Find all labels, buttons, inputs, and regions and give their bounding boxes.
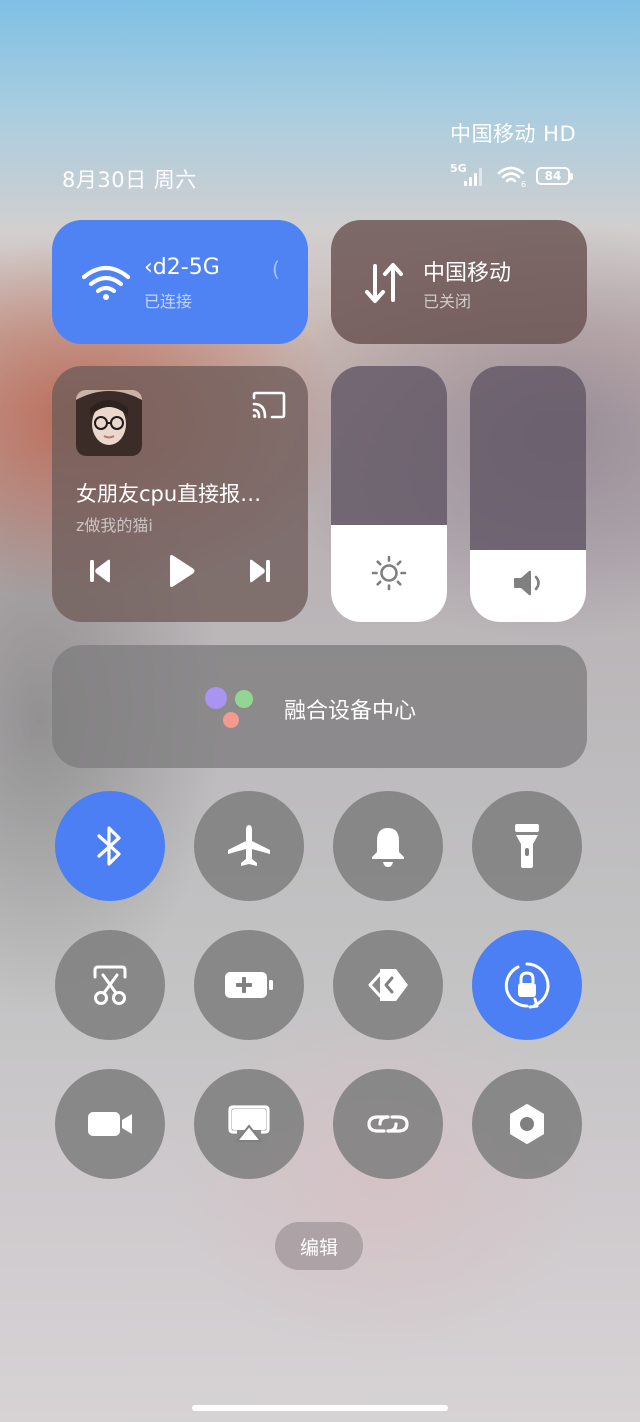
screenshot-toggle[interactable] (55, 930, 165, 1040)
bluetooth-toggle[interactable] (55, 791, 165, 901)
svg-text:6: 6 (521, 180, 526, 188)
cast-screen-icon (228, 1105, 270, 1142)
screen-cast-toggle[interactable] (194, 1069, 304, 1179)
cellular-data-tile[interactable]: 中国移动 已关闭 (331, 220, 587, 344)
device-center-label: 融合设备中心 (284, 699, 417, 724)
battery-icon: 84 (536, 167, 573, 185)
nfc-share-toggle[interactable] (333, 930, 443, 1040)
play-icon[interactable] (166, 554, 196, 588)
wifi-status: 已连接 (144, 292, 193, 311)
next-icon[interactable] (248, 557, 272, 585)
airplane-mode-toggle[interactable] (194, 791, 304, 901)
song-title: 女朋友cpu直接报… (76, 482, 262, 506)
carrier-label: 中国移动 HD (450, 122, 577, 146)
wifi-tile[interactable]: ‹d2-5G 已连接 ( (52, 220, 308, 344)
battery-level: 84 (544, 169, 562, 183)
wifi-loading-icon: ( (272, 257, 280, 281)
cellular-carrier: 中国移动 (423, 261, 512, 286)
rotation-lock-icon (504, 962, 550, 1009)
edit-button[interactable]: 编辑 (275, 1222, 363, 1270)
volume-slider-fill (470, 550, 586, 622)
screenshot-scissors-icon (93, 965, 127, 1005)
link-toggle[interactable] (333, 1069, 443, 1179)
video-camera-icon (88, 1112, 132, 1136)
album-art (76, 390, 142, 456)
home-indicator[interactable] (192, 1405, 448, 1411)
volume-slider[interactable] (470, 366, 586, 622)
hexagon-settings-icon (510, 1104, 544, 1144)
settings-toggle[interactable] (472, 1069, 582, 1179)
flashlight-icon (515, 824, 539, 868)
previous-icon[interactable] (88, 557, 112, 585)
rotation-lock-toggle[interactable] (472, 930, 582, 1040)
bell-icon (372, 828, 404, 867)
battery-plus-icon (225, 972, 273, 998)
cellular-status: 已关闭 (423, 292, 472, 311)
wifi-icon (81, 265, 131, 300)
screen-record-toggle[interactable] (55, 1069, 165, 1179)
wifi-signal-icon: 6 (496, 164, 528, 189)
airplane-icon (228, 825, 270, 866)
brightness-icon (371, 555, 407, 591)
ringer-toggle[interactable] (333, 791, 443, 901)
cast-icon[interactable] (250, 390, 288, 420)
artist-name: z做我的猫i (76, 516, 153, 535)
share-arrow-icon (368, 969, 408, 1001)
device-center-button[interactable]: 融合设备中心 (52, 645, 587, 768)
battery-saver-toggle[interactable] (194, 930, 304, 1040)
flashlight-toggle[interactable] (472, 791, 582, 901)
wifi-network-name: ‹d2-5G (144, 255, 220, 280)
device-center-icon (205, 687, 253, 728)
bluetooth-icon (97, 826, 121, 866)
data-transfer-icon (365, 263, 403, 303)
5g-signal-icon: 5G (450, 162, 488, 188)
date-text: 8月30日 周六 (62, 168, 197, 192)
media-player-tile[interactable]: 女朋友cpu直接报… z做我的猫i (52, 366, 308, 622)
brightness-slider[interactable] (331, 366, 447, 622)
volume-icon (514, 570, 540, 596)
link-icon (367, 1115, 409, 1133)
brightness-slider-fill (331, 525, 447, 622)
status-icons: 5G 6 84 (450, 162, 573, 189)
